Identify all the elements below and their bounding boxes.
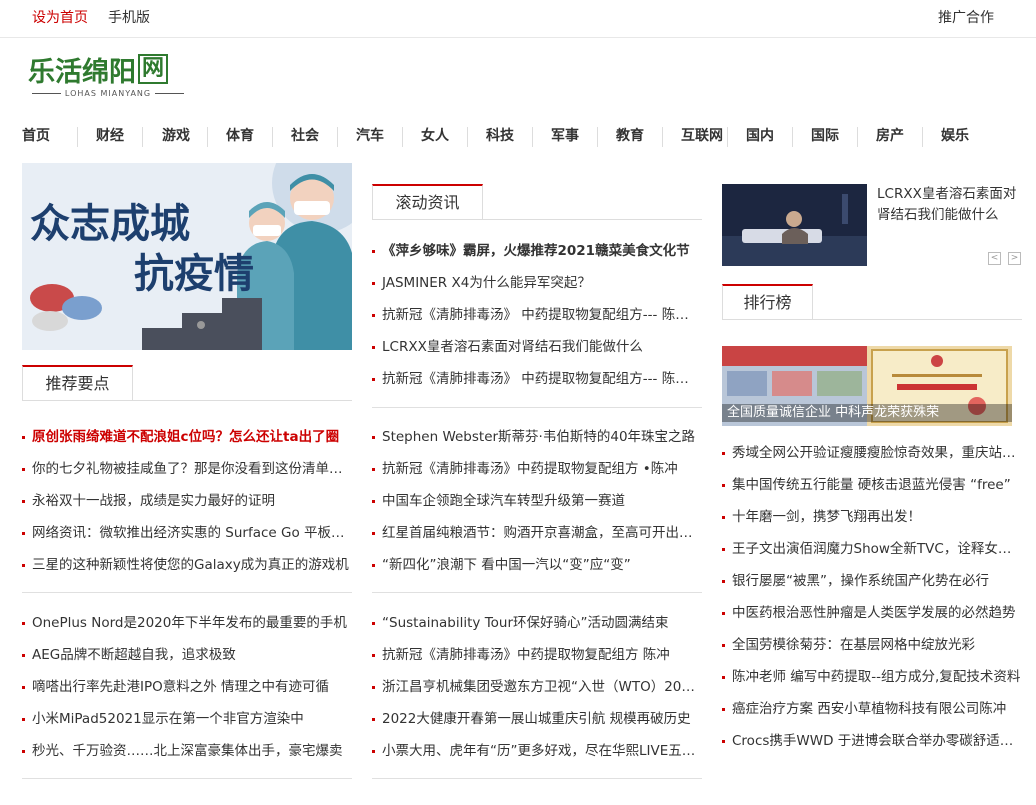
- nav-item-society[interactable]: 社会: [291, 125, 319, 145]
- nav-item-finance[interactable]: 财经: [96, 125, 124, 145]
- news-list-3: “Sustainability Tour环保好骑心”活动圆满结束 抗新冠《清肺排…: [372, 607, 702, 767]
- list-item[interactable]: 王子文出演佰润魔力Show全新TVC，诠释女性力量: [722, 533, 1022, 565]
- list-item[interactable]: 原创张雨绮难道不配浪姐c位吗？怎么还让ta出了圈: [22, 421, 352, 453]
- ranking-list: 秀域全网公开验证瘦腰瘦脸惊奇效果，重庆站圆满收官 集中国传统五行能量 硬核击退蓝…: [722, 437, 1022, 757]
- list-item[interactable]: 《萍乡够味》霸屏，火爆推荐2021赣菜美食文化节: [372, 235, 702, 267]
- list-item[interactable]: 2022大健康开春第一展山城重庆引航 规模再破历史: [372, 703, 702, 735]
- list-item[interactable]: 秀域全网公开验证瘦腰瘦脸惊奇效果，重庆站圆满收官: [722, 437, 1022, 469]
- logo-subtitle: LOHAS MIANYANG: [64, 89, 152, 98]
- list-item[interactable]: 秒光、千万验资……北上深富豪集体出手，豪宅爆卖: [22, 735, 352, 767]
- list-item[interactable]: 网络资讯：微软推出经济实惠的 Surface Go 平板电脑: [22, 517, 352, 549]
- list-item[interactable]: 永裕双十一战报，成绩是实力最好的证明: [22, 485, 352, 517]
- ranking-image[interactable]: 全国质量诚信企业 中科声龙荣获殊荣: [722, 346, 1012, 426]
- next-arrow-icon[interactable]: >: [1008, 252, 1021, 265]
- list-item[interactable]: 集中国传统五行能量 硬核击退蓝光侵害 “free”: [722, 469, 1022, 501]
- list-item[interactable]: LCRXX皇者溶石素面对肾结石我们能做什么: [372, 331, 702, 363]
- recommend-list-1: 原创张雨绮难道不配浪姐c位吗？怎么还让ta出了圈 你的七夕礼物被挂咸鱼了？那是你…: [22, 421, 352, 581]
- nav-item-internet[interactable]: 互联网: [681, 125, 723, 145]
- logo-box: 网: [138, 54, 169, 84]
- ranking-section-title: 排行榜: [722, 284, 813, 320]
- nav-item-home[interactable]: 首页: [22, 125, 50, 145]
- list-item[interactable]: 癌症治疗方案 西安小草植物科技有限公司陈冲: [722, 693, 1022, 725]
- prev-arrow-icon[interactable]: <: [988, 252, 1001, 265]
- nav-item-women[interactable]: 女人: [421, 125, 449, 145]
- nav-item-domestic[interactable]: 国内: [746, 125, 774, 145]
- banner-image: 众志成城 抗疫情: [22, 163, 352, 350]
- list-item[interactable]: 银行屡屡“被黑”，操作系统国产化势在必行: [722, 565, 1022, 597]
- news-list-1: 《萍乡够味》霸屏，火爆推荐2021赣菜美食文化节 JASMINER X4为什么能…: [372, 235, 702, 395]
- slide-indicator-dot[interactable]: [197, 321, 205, 329]
- list-item[interactable]: 抗新冠《清肺排毒汤》 中药提取物复配组方--- 陈冲教授: [372, 363, 702, 395]
- nav-item-entertainment[interactable]: 娱乐: [941, 125, 969, 145]
- list-item[interactable]: 小米MiPad52021显示在第一个非官方渲染中: [22, 703, 352, 735]
- site-logo[interactable]: 乐活绵阳 网 LOHAS MIANYANG: [28, 52, 188, 104]
- list-item[interactable]: Crocs携手WWD 于进博会联合举办零碳舒适论坛: [722, 725, 1022, 757]
- banner-slide[interactable]: 众志成城 抗疫情: [22, 163, 352, 350]
- list-item[interactable]: 全国劳模徐菊芬：在基层网格中绽放光彩: [722, 629, 1022, 661]
- nav-item-games[interactable]: 游戏: [162, 125, 190, 145]
- list-item[interactable]: 抗新冠《清肺排毒汤》 中药提取物复配组方--- 陈冲教授: [372, 299, 702, 331]
- nav-item-tech[interactable]: 科技: [486, 125, 514, 145]
- list-item[interactable]: 你的七夕礼物被挂咸鱼了？那是你没看到这份清单攻略: [22, 453, 352, 485]
- news-list-2: Stephen Webster斯蒂芬·韦伯斯特的40年珠宝之路 抗新冠《清肺排毒…: [372, 421, 702, 581]
- list-item[interactable]: 抗新冠《清肺排毒汤》中药提取物复配组方 陈冲: [372, 639, 702, 671]
- set-homepage-link[interactable]: 设为首页: [32, 7, 88, 27]
- nav-item-military[interactable]: 军事: [551, 125, 579, 145]
- nav-item-sports[interactable]: 体育: [226, 125, 254, 145]
- list-item[interactable]: “新四化”浪潮下 看中国一汽以“变”应“变”: [372, 549, 702, 581]
- list-item[interactable]: 抗新冠《清肺排毒汤》中药提取物复配组方 •陈冲: [372, 453, 702, 485]
- list-item[interactable]: 红星首届纯粮酒节：购酒开京喜潮盒，至高可开出黄金: [372, 517, 702, 549]
- list-item[interactable]: JASMINER X4为什么能异军突起？: [372, 267, 702, 299]
- recommend-section-title: 推荐要点: [22, 365, 133, 401]
- top-bar: 设为首页 手机版 推广合作: [0, 0, 1036, 38]
- svg-text:众志成城: 众志成城: [30, 201, 190, 247]
- list-item[interactable]: 浙江昌亨机械集团受邀东方卫视“入世（WTO）20周年”: [372, 671, 702, 703]
- list-item[interactable]: 嘀嗒出行率先赴港IPO意料之外 情理之中有迹可循: [22, 671, 352, 703]
- list-item[interactable]: 中国车企领跑全球汽车转型升级第一赛道: [372, 485, 702, 517]
- main-nav: 首页 财经 游戏 体育 社会 汽车 女人 科技 军事 教育 互联网 国内 国际 …: [0, 120, 1036, 150]
- list-item[interactable]: 十年磨一剑，携梦飞翔再出发！: [722, 501, 1022, 533]
- nav-item-auto[interactable]: 汽车: [356, 125, 384, 145]
- svg-text:抗疫情: 抗疫情: [134, 251, 254, 297]
- list-item[interactable]: AEG品牌不断超越自我，追求极致: [22, 639, 352, 671]
- nav-item-education[interactable]: 教育: [616, 125, 644, 145]
- featured-thumbnail[interactable]: [722, 184, 867, 266]
- list-item[interactable]: Stephen Webster斯蒂芬·韦伯斯特的40年珠宝之路: [372, 421, 702, 453]
- ranking-image-caption: 全国质量诚信企业 中科声龙荣获殊荣: [722, 404, 1012, 422]
- nav-item-realestate[interactable]: 房产: [876, 125, 904, 145]
- mobile-version-link[interactable]: 手机版: [108, 7, 150, 27]
- list-item[interactable]: 中医药根治恶性肿瘤是人类医学发展的必然趋势: [722, 597, 1022, 629]
- logo-text: 乐活绵阳: [28, 56, 136, 88]
- news-section-title: 滚动资讯: [372, 184, 483, 220]
- list-item[interactable]: “Sustainability Tour环保好骑心”活动圆满结束: [372, 607, 702, 639]
- recommend-list-2: OnePlus Nord是2020年下半年发布的最重要的手机 AEG品牌不断超越…: [22, 607, 352, 767]
- nav-item-international[interactable]: 国际: [811, 125, 839, 145]
- list-item[interactable]: 三星的这种新颖性将使您的Galaxy成为真正的游戏机: [22, 549, 352, 581]
- promotion-link[interactable]: 推广合作: [938, 7, 994, 27]
- list-item[interactable]: OnePlus Nord是2020年下半年发布的最重要的手机: [22, 607, 352, 639]
- list-item[interactable]: 陈冲老师 编写中药提取--组方成分,复配技术资料: [722, 661, 1022, 693]
- featured-caption[interactable]: LCRXX皇者溶石素面对肾结石我们能做什么: [877, 184, 1027, 226]
- list-item[interactable]: 小票大用、虎年有“历”更多好戏，尽在华熙LIVE五棵松: [372, 735, 702, 767]
